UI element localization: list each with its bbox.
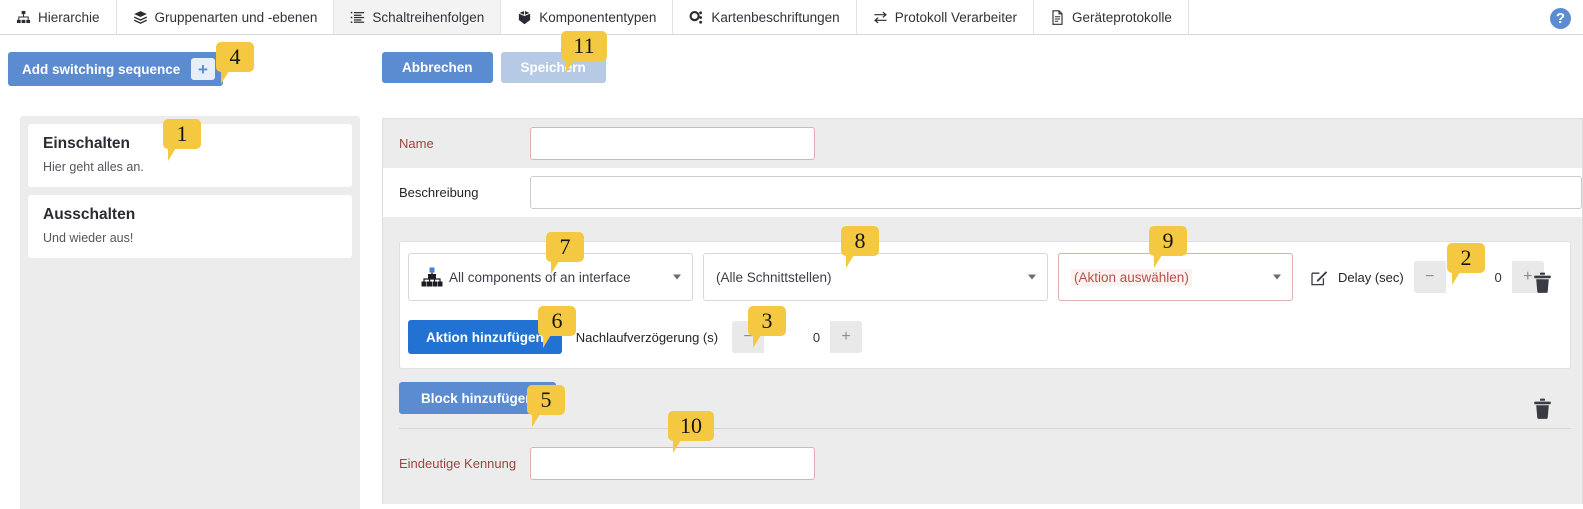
gears-icon	[689, 10, 704, 25]
tab-protokoll-verarbeiter[interactable]: Protokoll Verarbeiter	[856, 0, 1035, 34]
list-item[interactable]: Ausschalten Und wieder aus!	[28, 195, 352, 258]
interface-value: (Alle Schnittstellen)	[716, 269, 832, 285]
annotation-badge-2: 2	[1447, 243, 1485, 285]
interface-dropdown[interactable]: (Alle Schnittstellen)	[703, 253, 1048, 301]
tab-hierarchie[interactable]: Hierarchie	[0, 0, 117, 34]
uid-row: Eindeutige Kennung	[399, 439, 815, 488]
uid-label: Eindeutige Kennung	[399, 456, 517, 471]
hierarchy-icon	[16, 10, 31, 25]
delete-action-icon[interactable]	[1533, 272, 1552, 293]
followup-delay-label: Nachlaufverzögerung (s)	[575, 329, 719, 345]
chevron-down-icon	[1273, 274, 1281, 280]
sequence-editor: Abbrechen Speichern Name Beschreibung Al…	[380, 35, 1583, 509]
hierarchy-icon	[421, 267, 443, 287]
description-label: Beschreibung	[399, 185, 479, 200]
description-row: Beschreibung	[383, 168, 1582, 217]
name-label: Name	[399, 136, 434, 151]
name-row: Name	[383, 119, 1582, 168]
annotation-badge-4: 4	[216, 42, 254, 84]
sequence-sidebar: Add switching sequence + Einschalten Hie…	[0, 35, 380, 509]
sequence-list: Einschalten Hier geht alles an. Ausschal…	[20, 116, 360, 509]
annotation-badge-1: 1	[163, 119, 201, 161]
box-icon	[517, 10, 532, 25]
add-switching-sequence-label: Add switching sequence	[22, 61, 181, 77]
edit-icon[interactable]	[1311, 269, 1328, 286]
followup-delay-increment-button[interactable]: +	[830, 321, 863, 353]
annotation-badge-8: 8	[841, 226, 879, 268]
sequence-subtitle: Und wieder aus!	[43, 231, 134, 245]
tab-komponententypen[interactable]: Komponententypen	[501, 0, 674, 34]
tab-label: Gruppenarten und -ebenen	[154, 9, 318, 25]
tab-schaltreihenfolgen[interactable]: Schaltreihenfolgen	[334, 0, 502, 34]
annotation-badge-5: 5	[527, 385, 565, 427]
tab-geraeteprotokolle[interactable]: Geräteprotokolle	[1034, 0, 1189, 34]
annotation-badge-9: 9	[1149, 226, 1187, 268]
sequence-subtitle: Hier geht alles an.	[43, 160, 144, 174]
help-icon[interactable]: ?	[1550, 8, 1571, 29]
list-icon	[350, 10, 365, 25]
name-input[interactable]	[530, 127, 815, 160]
action-dropdown[interactable]: (Aktion auswählen)	[1058, 253, 1293, 301]
document-icon	[1050, 9, 1065, 25]
main-tabbar: Hierarchie Gruppenarten und -ebenen Scha…	[0, 0, 1583, 35]
transfer-icon	[873, 10, 888, 25]
tab-label: Protokoll Verarbeiter	[894, 9, 1018, 25]
annotation-badge-3: 3	[748, 306, 786, 348]
annotation-badge-10: 10	[668, 411, 714, 453]
tabbar-filler	[1188, 0, 1583, 34]
sequence-title: Ausschalten	[43, 206, 136, 223]
annotation-badge-7: 7	[546, 232, 584, 274]
tab-gruppenarten-und-ebenen[interactable]: Gruppenarten und -ebenen	[116, 0, 335, 34]
tab-label: Geräteprotokolle	[1072, 9, 1172, 25]
chevron-down-icon	[673, 274, 681, 280]
layers-icon	[133, 10, 148, 25]
delay-decrement-button[interactable]: −	[1413, 261, 1446, 293]
delay-label: Delay (sec)	[1338, 269, 1404, 285]
description-input[interactable]	[530, 176, 1582, 209]
tab-kartenbeschriftungen[interactable]: Kartenbeschriftungen	[673, 0, 857, 34]
divider	[399, 428, 1571, 429]
annotation-badge-11: 11	[561, 31, 607, 73]
action-value: (Aktion auswählen)	[1071, 268, 1192, 286]
tab-label: Kartenbeschriftungen	[711, 9, 840, 25]
tab-label: Komponententypen	[539, 9, 657, 25]
plus-icon: +	[191, 58, 215, 80]
cancel-button[interactable]: Abbrechen	[382, 52, 493, 83]
tab-label: Schaltreihenfolgen	[372, 9, 485, 25]
target-type-value: All components of an interface	[449, 269, 631, 285]
tab-label: Hierarchie	[38, 9, 100, 25]
action-block-footer: Aktion hinzufügen Nachlaufverzögerung (s…	[408, 314, 1564, 419]
annotation-badge-6: 6	[538, 306, 576, 348]
chevron-down-icon	[1028, 274, 1036, 280]
add-switching-sequence-button[interactable]: Add switching sequence +	[8, 52, 223, 86]
delete-block-icon[interactable]	[1533, 398, 1552, 419]
